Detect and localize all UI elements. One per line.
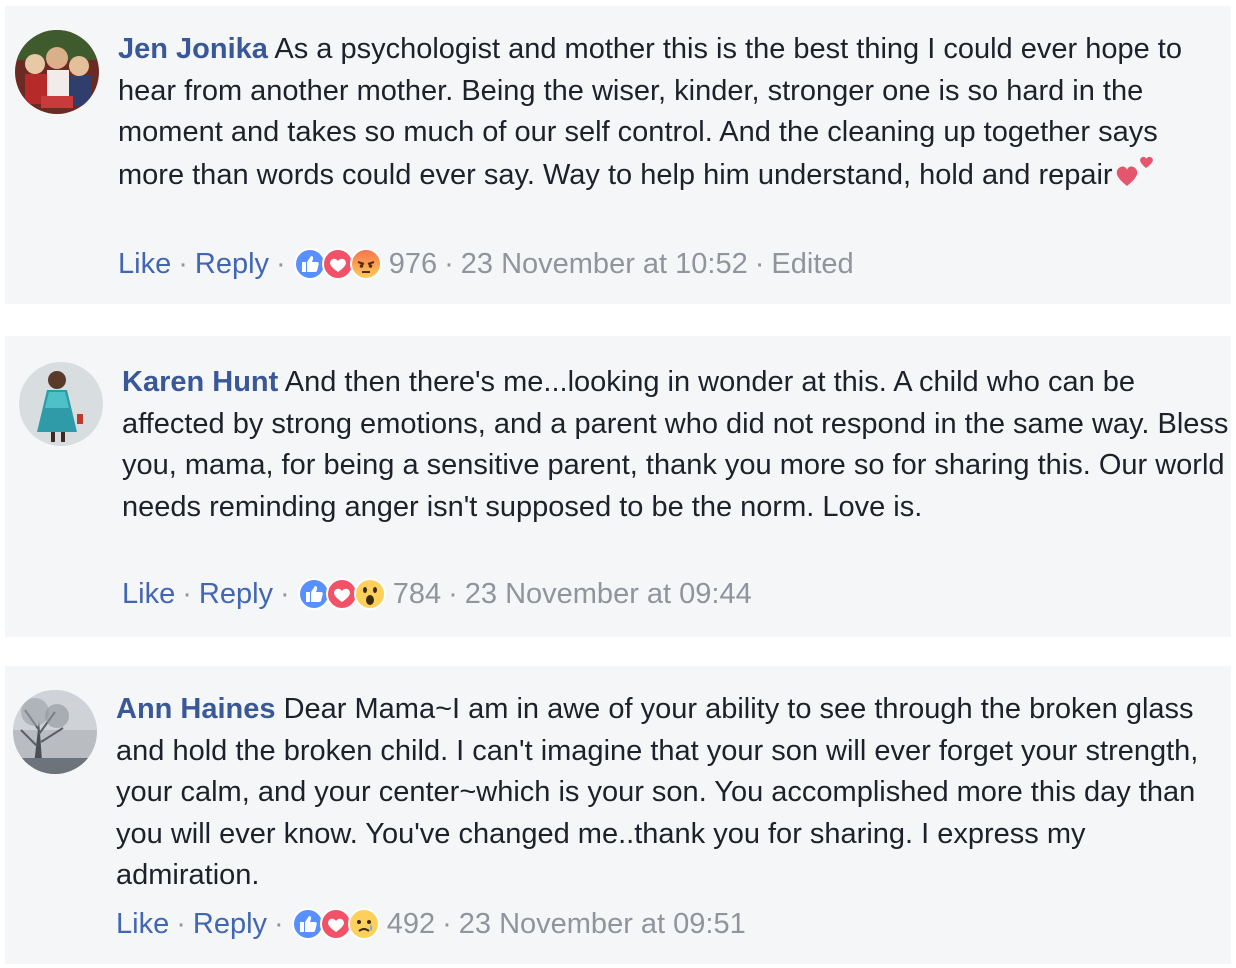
comment-item: Karen Hunt And then there's me...looking…	[5, 336, 1231, 637]
comment-text: As a psychologist and mother this is the…	[118, 33, 1182, 191]
edited-label[interactable]: Edited	[771, 246, 853, 282]
comment-item: Ann Haines Dear Mama~I am in awe of your…	[5, 666, 1231, 964]
separator: ·	[754, 248, 765, 280]
author-name[interactable]: Ann Haines	[116, 693, 276, 725]
separator: ·	[178, 248, 188, 280]
avatar[interactable]	[13, 690, 97, 774]
like-link[interactable]: Like	[122, 576, 175, 612]
angry-icon	[349, 247, 383, 281]
reactions-summary[interactable]	[297, 577, 387, 611]
reactions-summary[interactable]	[291, 907, 381, 941]
reply-link[interactable]: Reply	[195, 246, 269, 282]
sad-icon	[347, 907, 381, 941]
comment-text: Dear Mama~I am in awe of your ability to…	[116, 693, 1199, 891]
separator: ·	[274, 908, 284, 940]
separator: ·	[280, 578, 290, 610]
avatar[interactable]	[15, 30, 99, 114]
comment-body: Karen Hunt And then there's me...looking…	[122, 362, 1232, 528]
author-name[interactable]: Jen Jonika	[118, 33, 268, 65]
comment-actions: Like · Reply · 784 · 23 November at 09:4…	[122, 576, 752, 612]
comment-item: Jen Jonika As a psychologist and mother …	[5, 6, 1231, 304]
wow-icon	[353, 577, 387, 611]
comment-body: Jen Jonika As a psychologist and mother …	[118, 29, 1228, 200]
separator: ·	[444, 248, 454, 280]
reply-link[interactable]: Reply	[199, 576, 273, 612]
comment-actions: Like · Reply · 492 · 23 November at 09:5…	[116, 906, 746, 942]
timestamp[interactable]: 23 November at 10:52	[461, 246, 748, 282]
like-link[interactable]: Like	[118, 246, 171, 282]
separator: ·	[448, 578, 458, 610]
separator: ·	[276, 248, 286, 280]
reactions-summary[interactable]	[293, 247, 383, 281]
like-link[interactable]: Like	[116, 906, 169, 942]
separator: ·	[442, 908, 452, 940]
reply-link[interactable]: Reply	[193, 906, 267, 942]
reaction-count[interactable]: 784	[393, 576, 441, 612]
separator: ·	[176, 908, 186, 940]
comment-actions: Like · Reply · 976 · 23 November at 10:5…	[118, 246, 854, 282]
reaction-count[interactable]: 492	[387, 906, 435, 942]
comment-text: And then there's me...looking in wonder …	[122, 366, 1229, 523]
reaction-count[interactable]: 976	[389, 246, 437, 282]
timestamp[interactable]: 23 November at 09:44	[465, 576, 752, 612]
avatar[interactable]	[19, 362, 103, 446]
timestamp[interactable]: 23 November at 09:51	[459, 906, 746, 942]
comment-body: Ann Haines Dear Mama~I am in awe of your…	[116, 689, 1226, 897]
separator: ·	[182, 578, 192, 610]
two-hearts-icon	[1115, 154, 1157, 201]
author-name[interactable]: Karen Hunt	[122, 366, 278, 398]
